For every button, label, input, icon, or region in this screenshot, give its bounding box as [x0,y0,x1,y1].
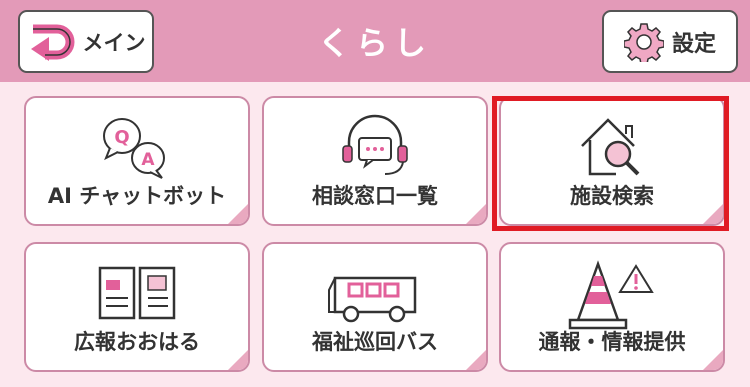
tile-consultation-list[interactable]: 相談窓口一覧 [262,96,488,226]
main-menu-button[interactable]: メイン [18,10,154,73]
page-title: くらし [317,24,432,62]
selection-highlight [492,96,729,231]
tile-label: 広報おおはる [74,330,200,354]
tile-label: 福祉巡回バス [312,330,438,354]
tile-corner [228,204,248,224]
svg-text:Q: Q [114,127,129,148]
gear-icon [623,22,664,62]
qa-chat-bubbles-icon: Q A [26,112,248,184]
return-arrow-icon [30,24,74,61]
tile-label: AI チャットボット [47,184,227,208]
app-header: メイン くらし 設定 [0,0,750,82]
main-button-label: メイン [82,30,146,55]
tile-report-info[interactable]: 通報・情報提供 [499,242,725,372]
tile-corner [466,350,486,370]
tile-label: 相談窓口一覧 [312,184,438,208]
headset-chat-icon [264,112,486,184]
bus-icon [264,258,486,330]
tile-corner [228,350,248,370]
settings-button[interactable]: 設定 [602,10,738,73]
tile-corner [703,350,723,370]
tile-welfare-bus[interactable]: 福祉巡回バス [262,242,488,372]
svg-text:A: A [141,150,155,170]
tile-corner [466,204,486,224]
tile-pr-magazine[interactable]: 広報おおはる [24,242,250,372]
open-magazine-icon [26,258,248,330]
tile-ai-chatbot[interactable]: Q A AI チャットボット [24,96,250,226]
tile-label: 通報・情報提供 [538,330,686,354]
settings-button-label: 設定 [671,31,716,57]
traffic-cone-warning-icon [501,258,723,334]
